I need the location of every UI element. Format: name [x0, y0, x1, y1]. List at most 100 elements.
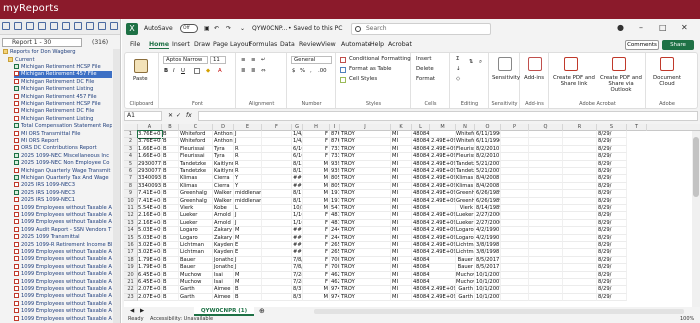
- save-icon[interactable]: ▣: [204, 25, 210, 32]
- cell[interactable]: 2.49E+09: [430, 293, 456, 302]
- delete-icon[interactable]: [50, 22, 58, 30]
- comma-icon[interactable]: ,: [310, 68, 312, 74]
- cell[interactable]: [529, 175, 563, 183]
- cell[interactable]: Arnold: [213, 212, 234, 220]
- sensitivity-icon[interactable]: [498, 57, 512, 71]
- create-pdf-outlook-button[interactable]: Create PDF and Share via Outlook: [598, 75, 644, 93]
- cell[interactable]: 29300776: [138, 160, 162, 168]
- cell[interactable]: 1/16/1977: [292, 212, 303, 220]
- align-middle-icon[interactable]: ≡: [251, 57, 256, 63]
- export-icon[interactable]: [62, 22, 70, 30]
- cell[interactable]: R: [234, 153, 262, 161]
- column-header[interactable]: I: [330, 124, 340, 131]
- cell[interactable]: B: [162, 145, 179, 154]
- search-box[interactable]: Search: [351, 23, 491, 35]
- cell[interactable]: J: [234, 131, 262, 139]
- cell[interactable]: Garth: [179, 293, 213, 302]
- cell[interactable]: 48084: [412, 249, 430, 257]
- cell[interactable]: 6.45E+08: [138, 271, 162, 279]
- cell[interactable]: 8/29/: [597, 286, 627, 294]
- cell[interactable]: 2.49E+09: [430, 145, 456, 154]
- cell[interactable]: 48084: [412, 131, 430, 139]
- cell[interactable]: M: [234, 227, 262, 235]
- cell[interactable]: [262, 212, 292, 220]
- column-header[interactable]: R: [563, 124, 597, 131]
- tab-review[interactable]: Review: [299, 41, 321, 48]
- customize-quick-access-icon[interactable]: ⌄: [240, 25, 245, 32]
- grid-icon[interactable]: [14, 22, 22, 30]
- cell[interactable]: [430, 271, 456, 279]
- cell[interactable]: 8/2/2010: [475, 153, 501, 161]
- cell[interactable]: M: [234, 271, 262, 279]
- cell[interactable]: TROY: [340, 153, 391, 161]
- cell[interactable]: [563, 264, 597, 272]
- cell[interactable]: F: [303, 234, 330, 242]
- cell[interactable]: 8/29/: [597, 145, 627, 154]
- cell[interactable]: [501, 256, 529, 265]
- cell[interactable]: [529, 271, 563, 279]
- cell[interactable]: [529, 205, 563, 213]
- cell[interactable]: L: [234, 205, 262, 213]
- row-header[interactable]: 10: [124, 197, 138, 205]
- column-header[interactable]: O: [475, 124, 501, 131]
- cell[interactable]: Anthony: [213, 138, 234, 146]
- cell[interactable]: MI: [391, 234, 412, 242]
- cell[interactable]: B: [162, 271, 179, 279]
- cell[interactable]: 2654 Howell St: [330, 242, 340, 250]
- maximize-icon[interactable]: □: [659, 23, 667, 32]
- cell[interactable]: 8/29/: [597, 205, 627, 213]
- cell[interactable]: 8/29/: [597, 279, 627, 287]
- cell[interactable]: Kaitlynn: [213, 168, 234, 176]
- tab-help[interactable]: Help: [370, 41, 384, 48]
- cell[interactable]: 8/14/1989: [475, 205, 501, 213]
- report-item[interactable]: 2025 IRS 1099-NEC1: [14, 197, 112, 204]
- cell[interactable]: Kayden: [213, 242, 234, 250]
- cell[interactable]: [529, 249, 563, 257]
- tree-root[interactable]: Reports for Don Wagberg: [3, 49, 112, 56]
- merge-center-icon[interactable]: ⇔: [261, 68, 266, 74]
- column-header[interactable]: D: [213, 124, 234, 131]
- cell[interactable]: Greenhalg: [179, 197, 213, 205]
- cell[interactable]: 1910 Wessington Pl: [330, 197, 340, 205]
- cell[interactable]: Tandetzke: [179, 168, 213, 176]
- cell[interactable]: 8/29/: [597, 160, 627, 168]
- cell[interactable]: [563, 131, 597, 139]
- cell[interactable]: 6/10/1985: [292, 145, 303, 154]
- cell[interactable]: 48084: [412, 286, 430, 294]
- cell[interactable]: 3/8/1998: [475, 242, 501, 250]
- report-item[interactable]: Michigan Retirement Listing: [14, 115, 112, 123]
- cell[interactable]: [563, 219, 597, 228]
- report-item[interactable]: 1099 Employees without Taxable A: [14, 263, 112, 271]
- cell[interactable]: F: [303, 138, 330, 146]
- cell[interactable]: 2.49E+09: [430, 138, 456, 146]
- cell[interactable]: 8/29/: [597, 256, 627, 265]
- cell[interactable]: MI: [391, 175, 412, 183]
- cell[interactable]: 8/29/: [597, 182, 627, 191]
- cell[interactable]: 8/4/2008: [475, 182, 501, 191]
- cell[interactable]: 10/1/2007: [475, 293, 501, 302]
- cell[interactable]: 48084: [412, 205, 430, 213]
- cell[interactable]: F: [303, 279, 330, 287]
- cell[interactable]: 48084: [412, 234, 430, 242]
- report-item[interactable]: Michigan Quarterly Wage Transmit: [14, 167, 112, 175]
- addins-button[interactable]: Add-ins: [524, 75, 544, 81]
- report-item[interactable]: 2025 1099-R Retirement Income Bl: [14, 241, 112, 249]
- column-header[interactable]: G: [292, 124, 303, 131]
- cell[interactable]: F: [303, 227, 330, 235]
- cell[interactable]: Fleurissai: [456, 153, 475, 161]
- borders-icon[interactable]: [194, 68, 200, 74]
- cell[interactable]: 7337 Home Place Rd: [330, 145, 340, 154]
- cell[interactable]: Whiteford: [456, 138, 475, 146]
- cell[interactable]: 8/29/: [597, 138, 627, 146]
- cell[interactable]: 2.49E+09: [430, 190, 456, 198]
- cell[interactable]: 29300776: [138, 168, 162, 176]
- cell[interactable]: 6/10/1985: [292, 153, 303, 161]
- cell[interactable]: M: [303, 190, 330, 198]
- row-header[interactable]: 4: [124, 153, 138, 161]
- cell[interactable]: F: [303, 242, 330, 250]
- cell[interactable]: [501, 153, 529, 161]
- cell[interactable]: 6/26/1989: [475, 197, 501, 205]
- cell[interactable]: [262, 249, 292, 257]
- cell[interactable]: [529, 279, 563, 287]
- cell[interactable]: 7337 Home Place Rd: [330, 153, 340, 161]
